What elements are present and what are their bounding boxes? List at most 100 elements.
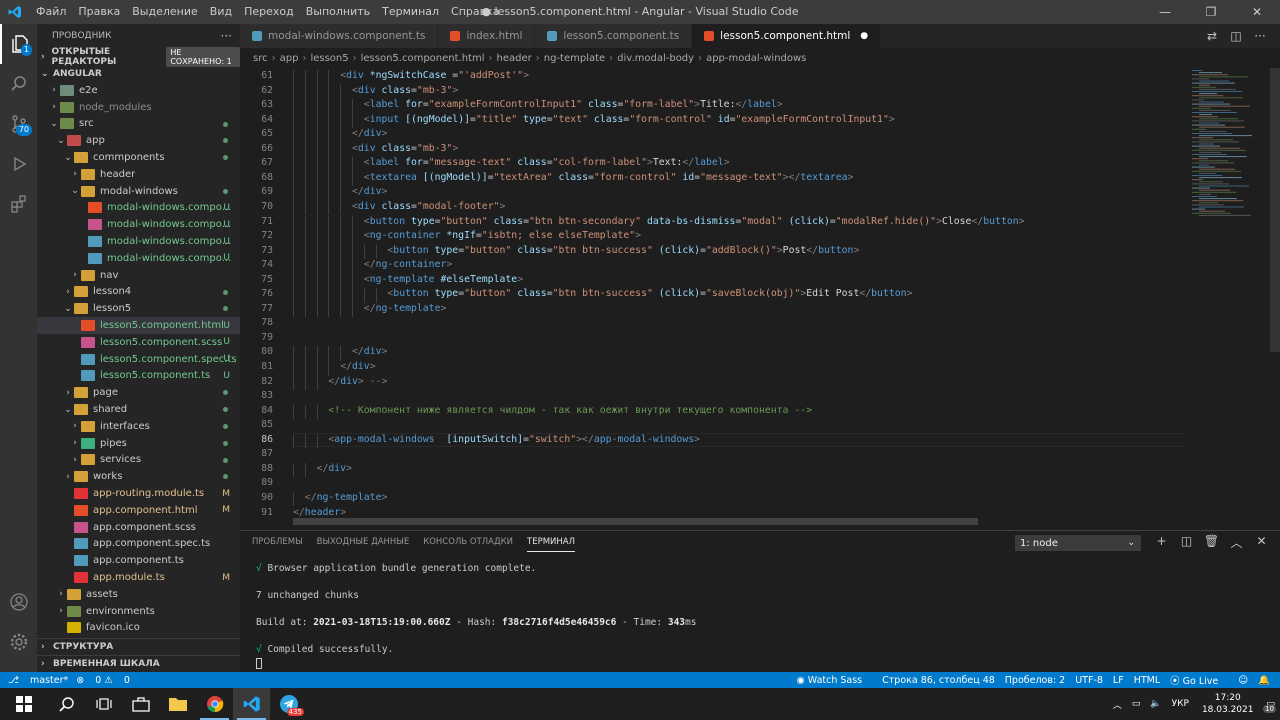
line-endings[interactable]: LF [1113, 675, 1124, 686]
tree-item[interactable]: › interfaces [37, 418, 240, 435]
timeline-section[interactable]: › ВРЕМЕННАЯ ШКАЛА [37, 655, 240, 672]
file-explorer-icon[interactable] [159, 688, 196, 720]
feedback-icon[interactable]: ☺ [1238, 675, 1248, 686]
explorer-icon[interactable]: 1 [0, 24, 37, 64]
tree-item[interactable]: lesson5.component.html U [37, 317, 240, 334]
tree-item[interactable]: › environments [37, 603, 240, 620]
branch-status[interactable]: ⎇ master* [8, 675, 68, 686]
tree-item[interactable]: › nav [37, 267, 240, 284]
store-icon[interactable] [122, 688, 159, 720]
breadcrumb-item[interactable]: src [253, 53, 268, 64]
tree-item[interactable]: › works [37, 468, 240, 485]
editor-tab[interactable]: index.html [438, 24, 536, 48]
cursor-position[interactable]: Строка 86, столбец 48 [882, 675, 995, 686]
panel-tab[interactable]: ВЫХОДНЫЕ ДАННЫЕ [317, 533, 410, 551]
terminal-output[interactable]: √ Browser application bundle generation … [240, 553, 1280, 671]
menu-item[interactable]: Правка [72, 0, 126, 24]
volume-icon[interactable]: 🔈 [1150, 699, 1161, 709]
settings-gear-icon[interactable] [0, 622, 37, 662]
breadcrumb-item[interactable]: header [497, 53, 532, 64]
trash-icon[interactable]: 🗑 [1199, 534, 1224, 551]
tree-item[interactable]: lesson5.component.scss U [37, 334, 240, 351]
tree-item[interactable]: › services [37, 452, 240, 469]
vscode-taskbar-icon[interactable] [233, 688, 270, 720]
editor-tab[interactable]: lesson5.component.ts [535, 24, 693, 48]
network-icon[interactable]: ▭ [1132, 699, 1141, 709]
menu-item[interactable]: Выделение [126, 0, 204, 24]
source-control-icon[interactable]: 70 [0, 104, 37, 144]
tree-item[interactable]: app.component.html M [37, 502, 240, 519]
breadcrumb-item[interactable]: div.modal-body [617, 53, 694, 64]
tree-item[interactable]: app.component.spec.ts [37, 536, 240, 553]
vertical-scrollbar[interactable] [1270, 68, 1280, 542]
close-icon[interactable]: ✕ [1234, 0, 1280, 24]
scrollbar-thumb[interactable] [1270, 68, 1280, 352]
chevron-up-icon[interactable]: ︿ [1113, 698, 1122, 711]
breadcrumb-item[interactable]: app [280, 53, 299, 64]
editor-tab[interactable]: lesson5.component.html ● [692, 24, 882, 48]
tree-item[interactable]: ⌄ src [37, 116, 240, 133]
minimize-icon[interactable]: — [1142, 0, 1188, 24]
minimap[interactable] [1190, 68, 1270, 542]
close-panel-icon[interactable]: ✕ [1249, 534, 1274, 551]
tree-item[interactable]: ⌄ lesson5 [37, 300, 240, 317]
menu-item[interactable]: Вид [204, 0, 238, 24]
tree-item[interactable]: modal-windows.compo... U [37, 216, 240, 233]
search-icon[interactable] [48, 688, 85, 720]
horizontal-scrollbar[interactable] [293, 518, 978, 525]
notification-center-icon[interactable]: ▭ 10 [1263, 699, 1276, 713]
terminal-select[interactable]: 1: node ⌄ [1015, 535, 1141, 551]
search-icon[interactable] [0, 64, 37, 104]
split-terminal-icon[interactable]: ◫ [1174, 534, 1199, 551]
account-icon[interactable] [0, 582, 37, 622]
panel-tab[interactable]: ТЕРМИНАЛ [527, 533, 575, 552]
workspace-root[interactable]: ⌄ ANGULAR [37, 65, 240, 82]
breadcrumb-item[interactable]: ng-template [544, 53, 605, 64]
unsaved-dot-icon[interactable]: ● [860, 31, 868, 41]
menu-item[interactable]: Справка [445, 0, 505, 24]
breadcrumb-item[interactable]: app-modal-windows [706, 53, 806, 64]
tree-item[interactable]: › node_modules [37, 99, 240, 116]
open-editors-section[interactable]: › ОТКРЫТЫЕ РЕДАКТОРЫ НЕ СОХРАНЕНО: 1 [37, 46, 240, 67]
problems-status[interactable]: ⊗ 0 ⚠ 0 [76, 675, 130, 686]
chevron-up-icon[interactable]: ︿ [1224, 534, 1249, 551]
tree-item[interactable]: › lesson4 [37, 284, 240, 301]
tree-item[interactable]: › pipes [37, 435, 240, 452]
extensions-icon[interactable] [0, 184, 37, 224]
tree-item[interactable]: ⌄ commponents [37, 149, 240, 166]
compare-icon[interactable]: ⇄ [1200, 29, 1224, 43]
tree-item[interactable]: › header [37, 166, 240, 183]
tree-item[interactable]: lesson5.component.ts U [37, 368, 240, 385]
split-editor-icon[interactable]: ◫ [1224, 29, 1248, 43]
menu-item[interactable]: Терминал [376, 0, 445, 24]
panel-tab[interactable]: КОНСОЛЬ ОТЛАДКИ [423, 533, 513, 551]
telegram-icon[interactable]: 435 [270, 688, 307, 720]
tree-item[interactable]: favicon.ico [37, 620, 240, 637]
windows-start-icon[interactable] [0, 688, 48, 720]
menu-item[interactable]: Выполнить [300, 0, 376, 24]
tree-item[interactable]: modal-windows.compo... U [37, 233, 240, 250]
tree-item[interactable]: ⌄ app [37, 132, 240, 149]
watch-sass-button[interactable]: ◉ Watch Sass [796, 675, 872, 686]
tree-item[interactable]: › e2e [37, 82, 240, 99]
tree-item[interactable]: app-routing.module.ts M [37, 485, 240, 502]
task-view-icon[interactable] [85, 688, 122, 720]
chrome-icon[interactable] [196, 688, 233, 720]
clock[interactable]: 17:20 18.03.2021 [1202, 692, 1254, 716]
notifications-bell-icon[interactable]: 🔔 [1258, 675, 1270, 686]
tree-item[interactable]: lesson5.component.spec.ts U [37, 351, 240, 368]
indentation[interactable]: Пробелов: 2 [1005, 675, 1065, 686]
menu-item[interactable]: Файл [30, 0, 72, 24]
new-terminal-icon[interactable]: + [1149, 534, 1174, 551]
more-actions-icon[interactable]: ··· [1248, 29, 1272, 43]
run-debug-icon[interactable] [0, 144, 37, 184]
language-mode[interactable]: HTML [1134, 675, 1160, 686]
code-editor[interactable]: 61 <div *ngSwitchCase ="'addPost'"> 62 <div… [240, 68, 1188, 542]
tree-item[interactable]: ⌄ shared [37, 401, 240, 418]
breadcrumb-item[interactable]: lesson5.component.html [361, 53, 485, 64]
tree-item[interactable]: app.module.ts M [37, 569, 240, 586]
tree-item[interactable]: modal-windows.compo... U [37, 200, 240, 217]
breadcrumb-item[interactable]: lesson5 [310, 53, 348, 64]
tree-item[interactable]: ⌄ modal-windows [37, 183, 240, 200]
tree-item[interactable]: app.component.ts [37, 552, 240, 569]
